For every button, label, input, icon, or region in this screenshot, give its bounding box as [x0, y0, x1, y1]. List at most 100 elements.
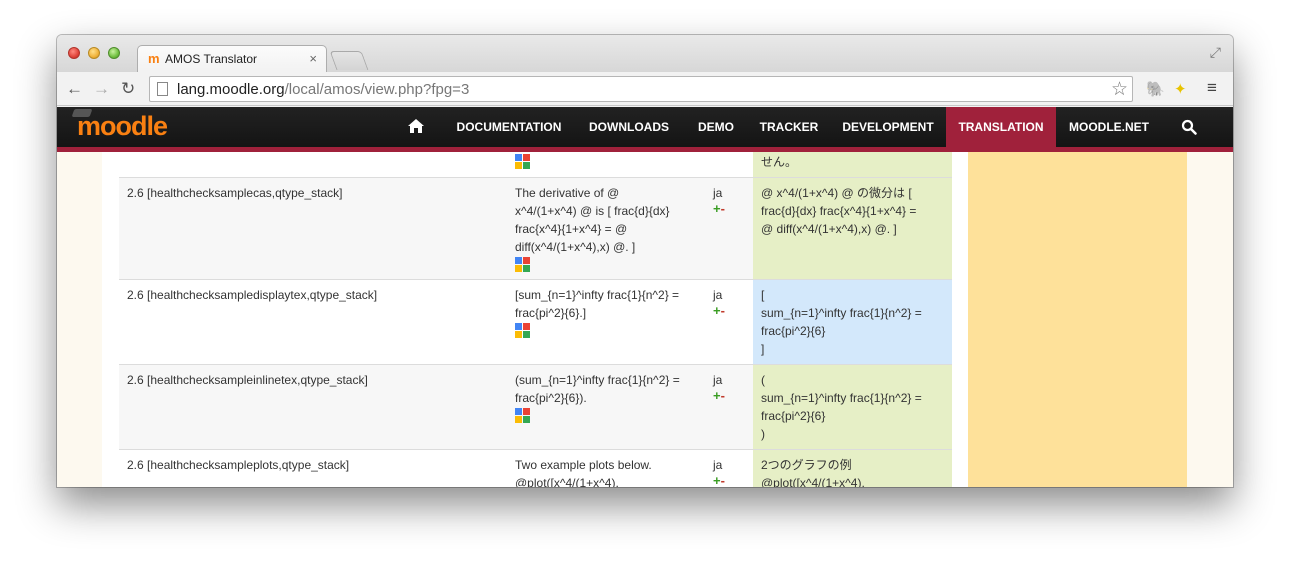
extension-star-icon[interactable]: ✦ [1174, 80, 1187, 98]
nav-downloads[interactable]: DOWNLOADS [579, 107, 679, 147]
nav-moodle-net[interactable]: MOODLE.NET [1060, 107, 1158, 147]
bookmark-star-icon[interactable]: ☆ [1111, 78, 1128, 101]
translation-line: sum_{n=1}^infty frac{1}{n^2} = [761, 306, 922, 320]
original-line: diff(x^4/(1+x^4),x) @. ] [515, 240, 636, 254]
moodle-logo[interactable]: moodle [71, 109, 168, 142]
translation-line: 2つのグラフの例 [761, 458, 852, 472]
plus-icon[interactable]: + [713, 473, 721, 488]
search-icon[interactable] [1181, 119, 1197, 135]
translation-line: @ x^4/(1+x^4) @ の微分は [ [761, 186, 912, 200]
menu-icon[interactable]: ≡ [1207, 78, 1217, 98]
translation-line: frac{d}{dx} frac{x^4}{1+x^4} = [761, 204, 917, 218]
original-line: Two example plots below. [515, 458, 652, 472]
zoom-window-button[interactable] [108, 47, 120, 59]
original-text: [sum_{n=1}^infty frac{1}{n^2} = frac{pi^2… [507, 279, 705, 365]
diff-toggle[interactable]: +- [713, 389, 745, 403]
translation-line: @plot([x^4/(1+x^4), [761, 476, 865, 487]
translator-panel: せん。 2.6 [healthchecksamplecas,qtype_stack… [102, 152, 972, 487]
diff-toggle[interactable]: +- [713, 202, 745, 216]
minus-icon[interactable]: - [721, 473, 725, 488]
nav-documentation[interactable]: DOCUMENTATION [446, 107, 572, 147]
table-row: せん。 [119, 152, 952, 178]
diff-toggle[interactable]: +- [713, 304, 745, 318]
language-code: ja +- [705, 449, 753, 488]
lang-label: ja [713, 458, 723, 472]
nav-demo[interactable]: DEMO [687, 107, 745, 147]
tab-close-icon[interactable]: × [309, 51, 317, 66]
back-arrow-icon[interactable]: ← [66, 79, 83, 99]
plus-icon[interactable]: + [713, 388, 721, 403]
table-row: 2.6 [healthchecksampleplots,qtype_stack]… [119, 449, 952, 488]
close-window-button[interactable] [68, 47, 80, 59]
translation-cell[interactable]: [sum_{n=1}^infty frac{1}{n^2} = frac{pi^2… [753, 279, 952, 365]
string-id [119, 152, 507, 178]
translation-line: sum_{n=1}^infty frac{1}{n^2} = [761, 391, 922, 405]
page-icon [157, 82, 168, 96]
translation-cell[interactable]: (sum_{n=1}^infty frac{1}{n^2} = frac{pi^2… [753, 364, 952, 450]
nav-development[interactable]: DEVELOPMENT [833, 107, 943, 147]
url-path: /local/amos/view.php?fpg=3 [284, 81, 470, 98]
translation-line: ( [761, 373, 765, 387]
lang-label: ja [713, 288, 723, 302]
filter-sidebar [968, 152, 1187, 487]
translation-cell[interactable]: せん。 [753, 152, 952, 178]
original-text [507, 152, 705, 178]
new-tab-button[interactable] [329, 51, 369, 70]
minus-icon[interactable]: - [721, 388, 725, 403]
original-line: frac{pi^2}{6}). [515, 391, 587, 405]
original-line: [sum_{n=1}^infty frac{1}{n^2} = [515, 288, 680, 302]
browser-toolbar: ← → ↻ lang.moodle.org/local/amos/view.ph… [57, 72, 1233, 106]
google-translate-icon[interactable] [515, 408, 531, 424]
table-row: 2.6 [healthchecksampleinlinetex,qtype_st… [119, 364, 952, 450]
original-line: x^4/(1+x^4) @ is [ frac{d}{dx} [515, 204, 670, 218]
table-row: 2.6 [healthchecksamplecas,qtype_stack] Th… [119, 177, 952, 280]
translation-line: @ diff(x^4/(1+x^4),x) @. ] [761, 222, 897, 236]
google-translate-icon[interactable] [515, 257, 531, 273]
google-translate-icon[interactable] [515, 323, 531, 339]
original-text: Two example plots below. @plot([x^4/(1+x^… [507, 449, 705, 487]
minimize-window-button[interactable] [88, 47, 100, 59]
google-translate-icon[interactable] [515, 154, 531, 170]
browser-tab[interactable]: m AMOS Translator × [137, 45, 327, 72]
tab-strip: m AMOS Translator × ⤢ [57, 35, 1233, 72]
plus-icon[interactable]: + [713, 201, 721, 216]
translation-cell[interactable]: @ x^4/(1+x^4) @ の微分は [ frac{d}{dx} frac{x… [753, 177, 952, 280]
original-text: The derivative of @ x^4/(1+x^4) @ is [ fr… [507, 177, 705, 280]
minus-icon[interactable]: - [721, 201, 725, 216]
strings-table: せん。 2.6 [healthchecksamplecas,qtype_stack… [119, 152, 952, 487]
table-row: 2.6 [healthchecksampledisplaytex,qtype_s… [119, 279, 952, 365]
url-host: lang.moodle.org [177, 81, 285, 98]
nav-tracker[interactable]: TRACKER [753, 107, 825, 147]
address-bar[interactable]: lang.moodle.org/local/amos/view.php?fpg=… [149, 76, 1133, 102]
home-icon[interactable] [407, 117, 425, 135]
translation-line: せん。 [761, 155, 798, 169]
plus-icon[interactable]: + [713, 303, 721, 318]
logo-hat-icon [71, 109, 93, 117]
original-line: frac{pi^2}{6}.] [515, 306, 587, 320]
translation-line: ) [761, 427, 765, 441]
forward-arrow-icon[interactable]: → [93, 79, 110, 99]
language-code: ja +- [705, 364, 753, 450]
language-code: ja +- [705, 177, 753, 280]
nav-translation[interactable]: TRANSLATION [946, 107, 1056, 147]
string-id: 2.6 [healthchecksampleplots,qtype_stack] [119, 449, 507, 487]
translation-cell[interactable]: 2つのグラフの例@plot([x^4/(1+x^4),diff(x^4/(1+x… [753, 449, 952, 487]
original-text: (sum_{n=1}^infty frac{1}{n^2} = frac{pi^2… [507, 364, 705, 450]
fullscreen-icon[interactable]: ⤢ [1210, 44, 1221, 61]
translation-line: frac{pi^2}{6} [761, 324, 826, 338]
language-code [705, 152, 753, 178]
diff-toggle[interactable]: +- [713, 473, 745, 488]
string-id: 2.6 [healthchecksampleinlinetex,qtype_st… [119, 364, 507, 450]
language-code: ja +- [705, 279, 753, 365]
page-content: せん。 2.6 [healthchecksamplecas,qtype_stack… [57, 152, 1233, 487]
string-id: 2.6 [healthchecksampledisplaytex,qtype_s… [119, 279, 507, 365]
moodle-favicon-icon: m [148, 51, 160, 66]
minus-icon[interactable]: - [721, 303, 725, 318]
url-text: lang.moodle.org/local/amos/view.php?fpg=… [177, 81, 469, 98]
string-id: 2.6 [healthchecksamplecas,qtype_stack] [119, 177, 507, 280]
lang-label: ja [713, 373, 723, 387]
browser-window: m AMOS Translator × ⤢ ← → ↻ lang.moodle.… [57, 35, 1233, 487]
original-line: (sum_{n=1}^infty frac{1}{n^2} = [515, 373, 680, 387]
reload-icon[interactable]: ↻ [121, 79, 135, 99]
evernote-extension-icon[interactable]: 🐘 [1146, 80, 1165, 98]
